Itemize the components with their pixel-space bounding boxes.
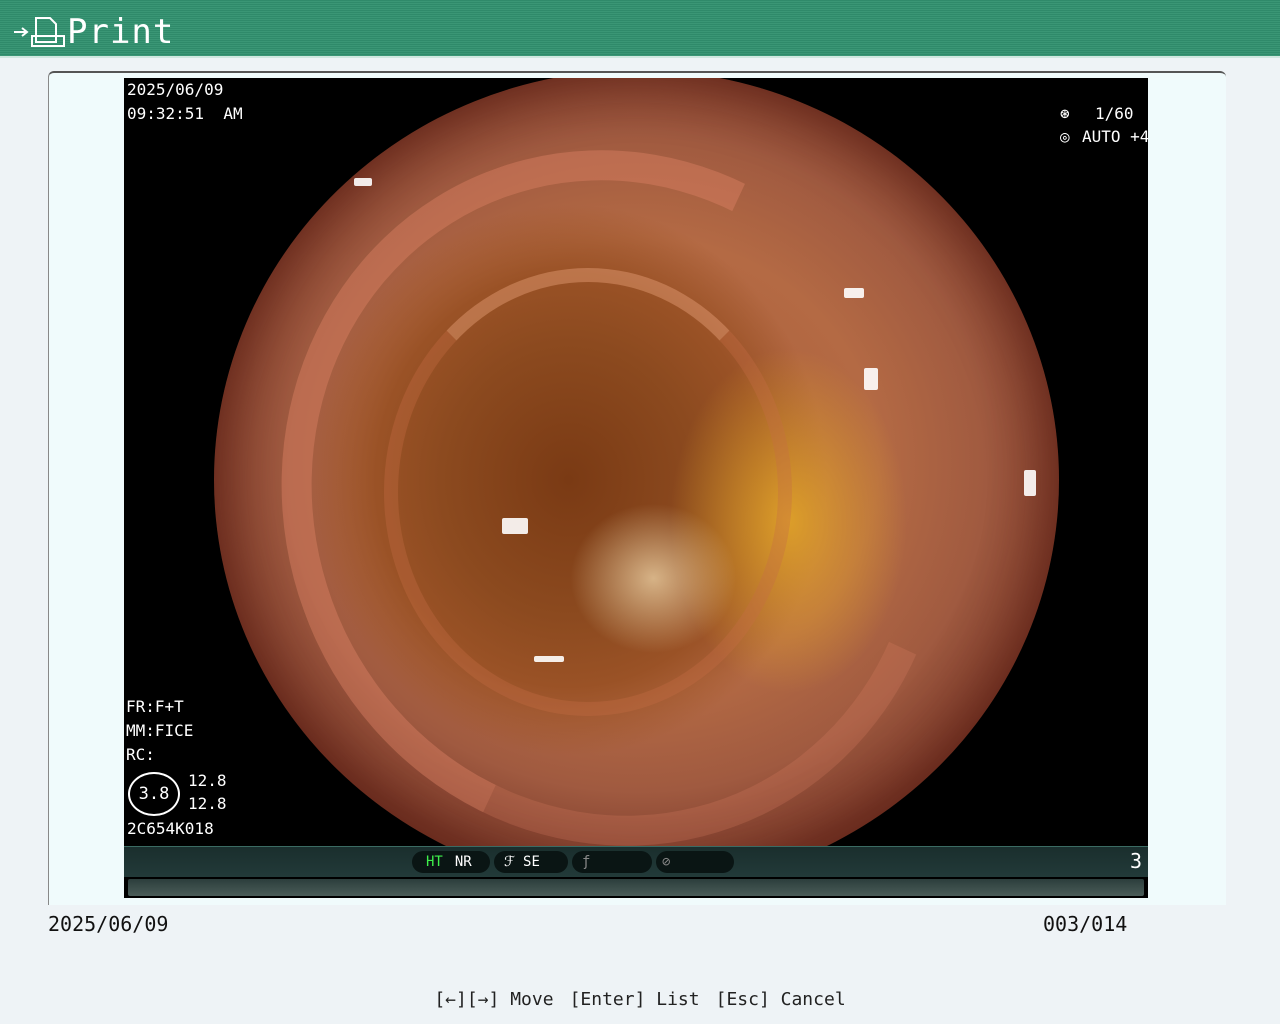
specular-highlight xyxy=(534,656,564,662)
specular-highlight xyxy=(502,518,528,534)
status-inner: HT NR ℱ SE ƒ ⊘ 3 xyxy=(124,847,1148,877)
print-arrow-icon xyxy=(14,17,65,47)
page-title: Print xyxy=(67,12,175,52)
shutter-speed: 1/60 xyxy=(1095,104,1134,123)
se-label: SE xyxy=(523,854,540,870)
freeze-icon: ƒ xyxy=(582,854,591,870)
image-date: 2025/06/09 xyxy=(48,912,169,936)
title-bar: Print xyxy=(0,0,1280,58)
iris-icon: ◎ xyxy=(1060,127,1070,146)
ratio-top: 12.8 xyxy=(188,771,227,790)
ratio-badge: 3.8 xyxy=(128,772,180,816)
image-status-bar: HT NR ℱ SE ƒ ⊘ 3 xyxy=(124,846,1148,898)
specular-highlight xyxy=(864,368,878,390)
cancel-hint: [Esc] Cancel xyxy=(715,989,846,1010)
capture-time: 09:32:51 AM xyxy=(127,104,243,123)
scope-id: 2C654K018 xyxy=(127,819,214,838)
image-counter: 003/014 xyxy=(1043,912,1128,936)
specular-highlight xyxy=(844,288,864,298)
zoom-icon: ⊘ xyxy=(662,854,671,870)
fr-setting: FR:F+T xyxy=(126,697,184,716)
info-strip xyxy=(128,879,1144,896)
se-pill: ℱ SE xyxy=(494,851,568,873)
ht-label: HT xyxy=(426,854,443,870)
zoom-pill: ⊘ xyxy=(656,851,734,873)
specular-highlight xyxy=(1024,470,1036,496)
ratio-bottom: 12.8 xyxy=(188,794,227,813)
mucosa-fold-inner xyxy=(384,268,792,716)
specular-highlight xyxy=(354,178,372,186)
endoscope-image: 2025/06/09 09:32:51 AM ⊛ 1/60 ◎ AUTO +4 … xyxy=(124,78,1148,846)
exposure-mode: AUTO +4 xyxy=(1082,127,1148,146)
move-hint: [←][→] Move xyxy=(434,989,554,1010)
freeze-pill: ƒ xyxy=(572,851,652,873)
image-number: 3 xyxy=(1129,849,1142,873)
nr-label: NR xyxy=(454,854,472,870)
list-hint: [Enter] List xyxy=(569,989,700,1010)
rc-setting: RC: xyxy=(126,745,155,764)
key-hints: [←][→] Move [Enter] List [Esc] Cancel xyxy=(0,989,1280,1010)
mm-setting: MM:FICE xyxy=(126,721,194,740)
enhance-icon: ℱ xyxy=(504,854,516,870)
ht-nr-pill: HT NR xyxy=(412,851,490,873)
capture-date: 2025/06/09 xyxy=(127,80,224,99)
shutter-icon: ⊛ xyxy=(1060,104,1070,123)
